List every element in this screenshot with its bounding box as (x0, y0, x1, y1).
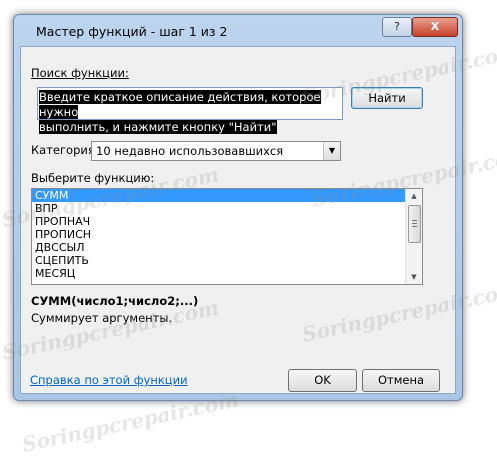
list-item[interactable]: ПРОПНАЧ (32, 215, 405, 228)
list-item[interactable]: СУММ (32, 189, 405, 202)
title-bar[interactable]: Мастер функций - шаг 1 из 2 ? X (14, 15, 462, 47)
category-select[interactable]: 10 недавно использовавшихся ▼ (91, 141, 341, 161)
category-label: Категория: (31, 143, 99, 157)
window-title: Мастер функций - шаг 1 из 2 (36, 24, 228, 39)
search-text-line2: выполнить, и нажмите кнопку "Найти" (39, 120, 277, 134)
function-list-label: Выберите функцию: (31, 171, 155, 185)
function-description: Суммирует аргументы. (31, 311, 173, 325)
list-item[interactable]: СЦЕПИТЬ (32, 254, 405, 267)
search-label: Поиск функции: (31, 66, 129, 80)
search-input[interactable]: Введите краткое описание действия, котор… (37, 87, 343, 134)
scroll-thumb[interactable] (408, 205, 421, 243)
function-wizard-dialog: Мастер функций - шаг 1 из 2 ? X Поиск фу… (13, 14, 463, 401)
scroll-up-icon[interactable]: ▲ (406, 189, 422, 203)
list-item[interactable]: МЕСЯЦ (32, 267, 405, 280)
list-item[interactable]: ВПР (32, 202, 405, 215)
function-signature: СУММ(число1;число2;...) (31, 294, 199, 308)
find-button[interactable]: Найти (351, 87, 423, 109)
dialog-body: Поиск функции: Введите краткое описание … (20, 46, 456, 394)
scroll-down-icon[interactable]: ▼ (406, 270, 422, 284)
chevron-down-icon[interactable]: ▼ (323, 142, 340, 160)
list-item[interactable]: ДВССЫЛ (32, 241, 405, 254)
category-value: 10 недавно использовавшихся (96, 144, 284, 158)
search-text: Введите краткое описание действия, котор… (39, 90, 342, 135)
list-scrollbar[interactable]: ▲ ▼ (405, 189, 422, 284)
search-text-line1: Введите краткое описание действия, котор… (39, 90, 321, 119)
list-item[interactable]: ПРОПИСН (32, 228, 405, 241)
cancel-button[interactable]: Отмена (362, 369, 440, 392)
function-list[interactable]: СУММ ВПР ПРОПНАЧ ПРОПИСН ДВССЫЛ СЦЕПИТЬ … (31, 188, 423, 285)
help-link[interactable]: Справка по этой функции (30, 373, 188, 387)
close-button[interactable]: X (412, 17, 458, 37)
ok-button[interactable]: OK (288, 369, 357, 392)
help-button[interactable]: ? (382, 17, 412, 37)
